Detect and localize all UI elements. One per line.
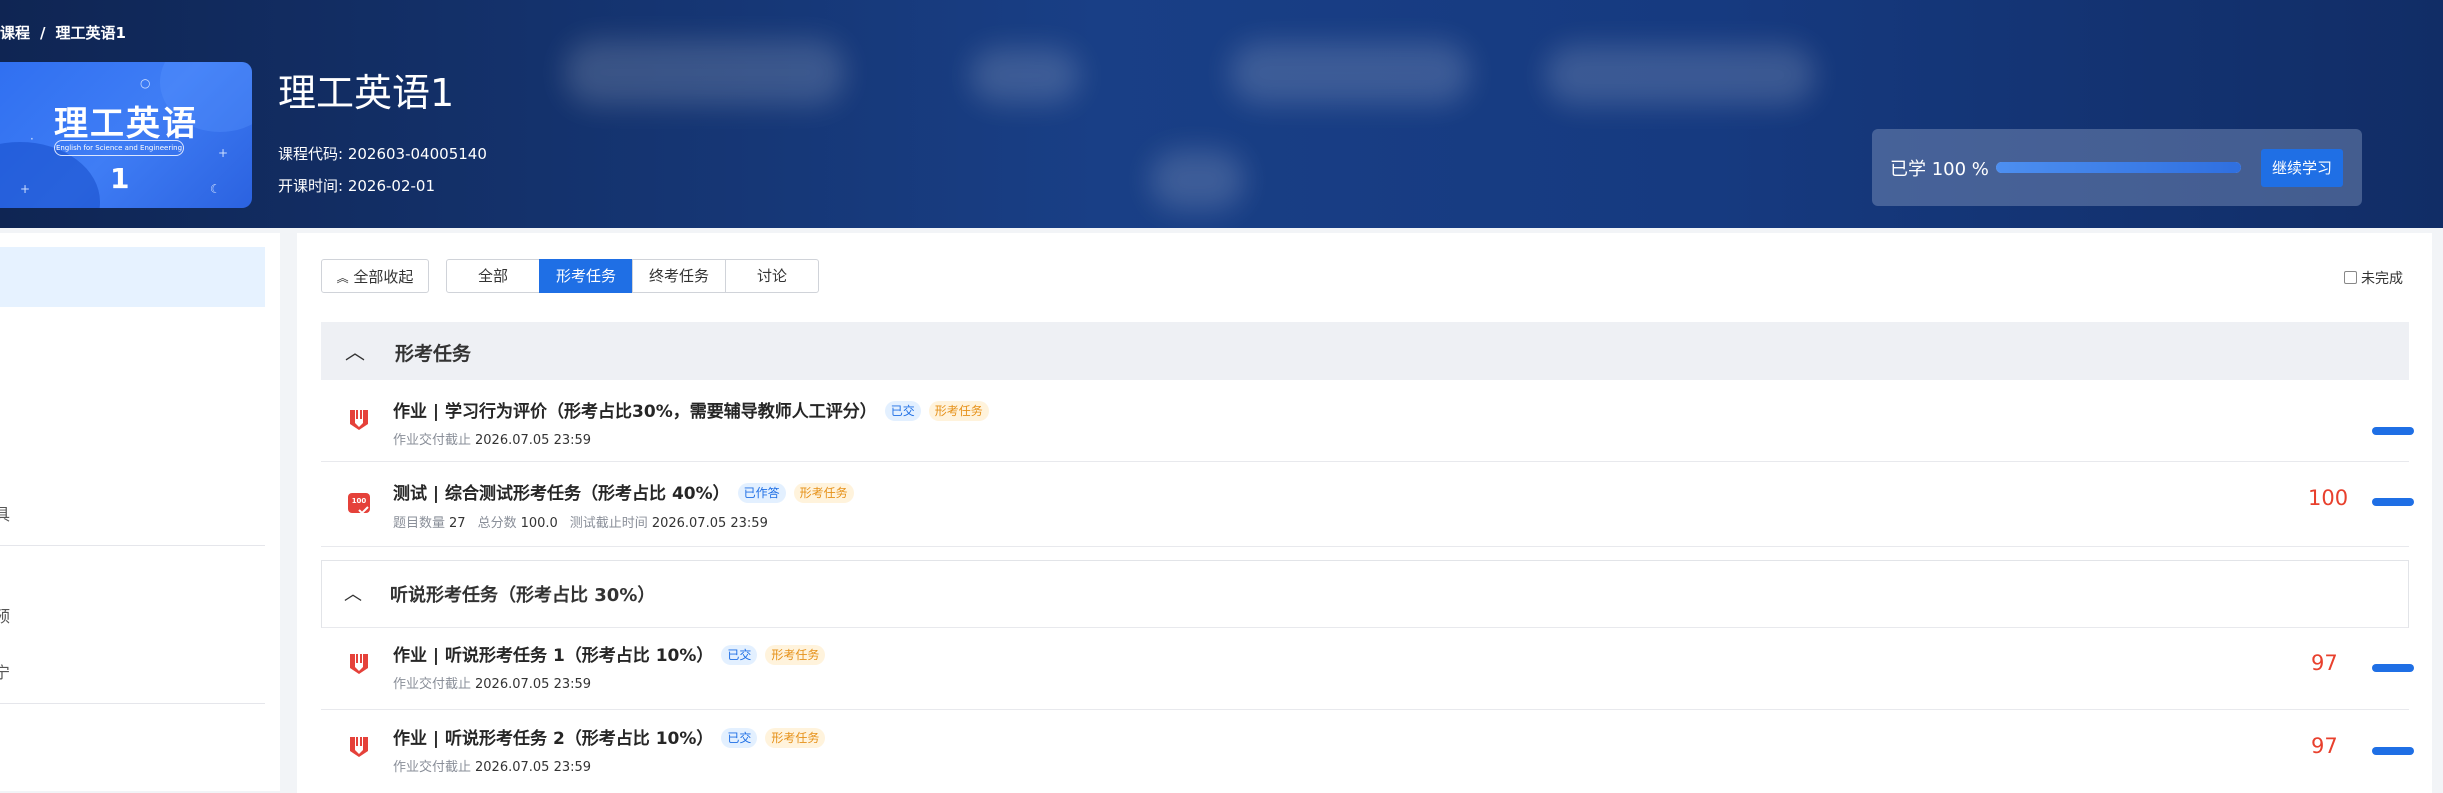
subgroup-header[interactable]: ︿ 听说形考任务（形考占比 30%） <box>321 560 2409 628</box>
deadline-label: 作业交付截止 <box>393 760 472 775</box>
group-title: 形考任务 <box>395 343 472 365</box>
tag-badge: 形考任务 <box>765 645 826 665</box>
sidebar-divider <box>0 703 265 704</box>
blurred-region <box>970 48 1080 103</box>
task-title: 作业 | 听说形考任务 2（形考占比 10%） 已交 形考任务 <box>393 724 826 749</box>
breadcrumb: 我的课程 / 理工英语1 <box>0 22 126 43</box>
deadline-value: 2026.07.05 23:59 <box>475 760 592 775</box>
course-code: 课程代码: 202603-04005140 <box>278 143 487 164</box>
course-start-date: 开课时间: 2026-02-01 <box>278 175 435 196</box>
blurred-region <box>1230 42 1470 104</box>
task-row[interactable]: 100 测试 | 综合测试形考任务（形考占比 40%） 已作答 形考任务 题目数量 2… <box>321 462 2414 547</box>
task-score: 97 <box>2311 651 2338 675</box>
deadline-label: 作业交付截止 <box>393 677 472 692</box>
deadline-value: 2026.07.05 23:59 <box>475 433 592 448</box>
test-100-icon: 100 <box>348 493 370 515</box>
tag-badge: 形考任务 <box>793 483 854 503</box>
completion-indicator <box>2372 747 2414 755</box>
task-score: 100 <box>2308 486 2349 510</box>
breadcrumb-current: 理工英语1 <box>55 24 126 42</box>
course-start-label: 开课时间: <box>278 177 344 195</box>
tab-formative-tasks[interactable]: 形考任务 <box>539 259 633 293</box>
sidebar-item[interactable]: 具 <box>0 501 10 525</box>
task-meta: 题目数量 27 总分数 100.0 测试截止时间 2026.07.05 23:59 <box>393 512 768 531</box>
task-deadline: 作业交付截止 2026.07.05 23:59 <box>393 756 591 775</box>
task-panel: ︽ 全部收起 全部 形考任务 终考任务 讨论 未完成 ︿ 形考任务 作业 | 学… <box>297 233 2432 793</box>
collapse-all-label: 全部收起 <box>353 268 414 286</box>
subgroup-title: 听说形考任务（形考占比 30%） <box>390 585 656 606</box>
unfinished-filter[interactable]: 未完成 <box>2344 268 2403 288</box>
blurred-region <box>565 40 845 105</box>
double-chevron-up-icon: ︽ <box>336 271 349 285</box>
blurred-region <box>1150 150 1245 210</box>
tab-discussion[interactable]: 讨论 <box>725 259 819 293</box>
homework-icon <box>350 654 368 674</box>
task-deadline: 作业交付截止 2026.07.05 23:59 <box>393 673 591 692</box>
status-badge: 已交 <box>884 401 921 421</box>
deadline-label: 作业交付截止 <box>393 433 472 448</box>
tag-badge: 形考任务 <box>928 401 989 421</box>
cover-number: 1 <box>110 162 130 195</box>
tab-all[interactable]: 全部 <box>446 259 540 293</box>
question-count-label: 题目数量 <box>393 516 446 531</box>
collapse-all-button[interactable]: ︽ 全部收起 <box>321 259 429 293</box>
deadline-value: 2026.07.05 23:59 <box>475 677 592 692</box>
task-row[interactable]: 作业 | 听说形考任务 1（形考占比 10%） 已交 形考任务 作业交付截止 2026… <box>321 627 2414 710</box>
chevron-up-icon[interactable]: ︿ <box>344 580 362 606</box>
sidebar: 具 预 宁 <box>0 233 280 791</box>
cover-subtitle: English for Science and Engineering <box>54 140 184 156</box>
progress-bar-fill <box>1996 162 2241 173</box>
completion-indicator <box>2372 427 2414 435</box>
deadline-label: 测试截止时间 <box>569 516 648 531</box>
unfinished-checkbox[interactable] <box>2344 271 2357 284</box>
task-title-text: 作业 | 听说形考任务 1（形考占比 10%） <box>393 646 714 666</box>
status-badge: 已作答 <box>737 483 786 503</box>
task-tabs: 全部 形考任务 终考任务 讨论 <box>446 259 819 293</box>
task-title: 作业 | 听说形考任务 1（形考占比 10%） 已交 形考任务 <box>393 641 826 666</box>
course-code-value: 202603-04005140 <box>347 145 487 163</box>
status-badge: 已交 <box>721 728 758 748</box>
tag-badge: 形考任务 <box>765 728 826 748</box>
task-title: 作业 | 学习行为评价（形考占比30%，需要辅导教师人工评分） 已交 形考任务 <box>393 397 989 422</box>
sidebar-item[interactable]: 预 <box>0 603 10 627</box>
course-header: 我的课程/理工英语1 ○ · + ☾ + 理工英语 English for Sc… <box>0 0 2443 228</box>
progress-label: 已学 100 % <box>1890 159 1989 180</box>
total-score-label: 总分数 <box>477 516 517 531</box>
question-count-value: 27 <box>449 516 466 531</box>
tab-final-tasks[interactable]: 终考任务 <box>632 259 726 293</box>
breadcrumb-parent[interactable]: 我的课程 <box>0 24 30 42</box>
status-badge: 已交 <box>721 645 758 665</box>
svg-text:100: 100 <box>352 497 367 505</box>
group-header[interactable]: ︿ 形考任务 <box>321 322 2409 380</box>
task-title: 测试 | 综合测试形考任务（形考占比 40%） 已作答 形考任务 <box>393 479 854 504</box>
deadline-value: 2026.07.05 23:59 <box>651 516 768 531</box>
task-score: 97 <box>2311 734 2338 758</box>
cover-title: 理工英语 <box>54 104 198 144</box>
homework-icon <box>350 410 368 430</box>
progress-card: 已学 100 % 继续学习 <box>1872 129 2362 206</box>
unfinished-filter-label: 未完成 <box>2361 271 2403 287</box>
task-title-text: 作业 | 学习行为评价（形考占比30%，需要辅导教师人工评分） <box>393 402 877 422</box>
chevron-up-icon[interactable]: ︿ <box>345 336 365 365</box>
task-title-text: 测试 | 综合测试形考任务（形考占比 40%） <box>393 484 730 504</box>
homework-icon <box>350 737 368 757</box>
completion-indicator <box>2372 498 2414 506</box>
task-row[interactable]: 作业 | 听说形考任务 2（形考占比 10%） 已交 形考任务 作业交付截止 2026… <box>321 710 2414 793</box>
course-cover-image: ○ · + ☾ + 理工英语 English for Science and E… <box>0 62 252 208</box>
total-score-value: 100.0 <box>520 516 558 531</box>
continue-learning-button[interactable]: 继续学习 <box>2261 149 2343 187</box>
sidebar-item[interactable]: 宁 <box>0 659 10 683</box>
course-start-value: 2026-02-01 <box>347 177 436 195</box>
sidebar-divider <box>0 545 265 546</box>
blurred-region <box>1545 45 1815 105</box>
task-row[interactable]: 作业 | 学习行为评价（形考占比30%，需要辅导教师人工评分） 已交 形考任务 作业… <box>321 381 2414 462</box>
sidebar-item-active[interactable] <box>0 247 265 307</box>
breadcrumb-separator: / <box>40 24 46 42</box>
course-code-label: 课程代码: <box>278 145 344 163</box>
completion-indicator <box>2372 664 2414 672</box>
course-title: 理工英语1 <box>278 71 455 115</box>
progress-bar <box>1996 162 2241 173</box>
task-deadline: 作业交付截止 2026.07.05 23:59 <box>393 429 591 448</box>
task-title-text: 作业 | 听说形考任务 2（形考占比 10%） <box>393 729 714 749</box>
